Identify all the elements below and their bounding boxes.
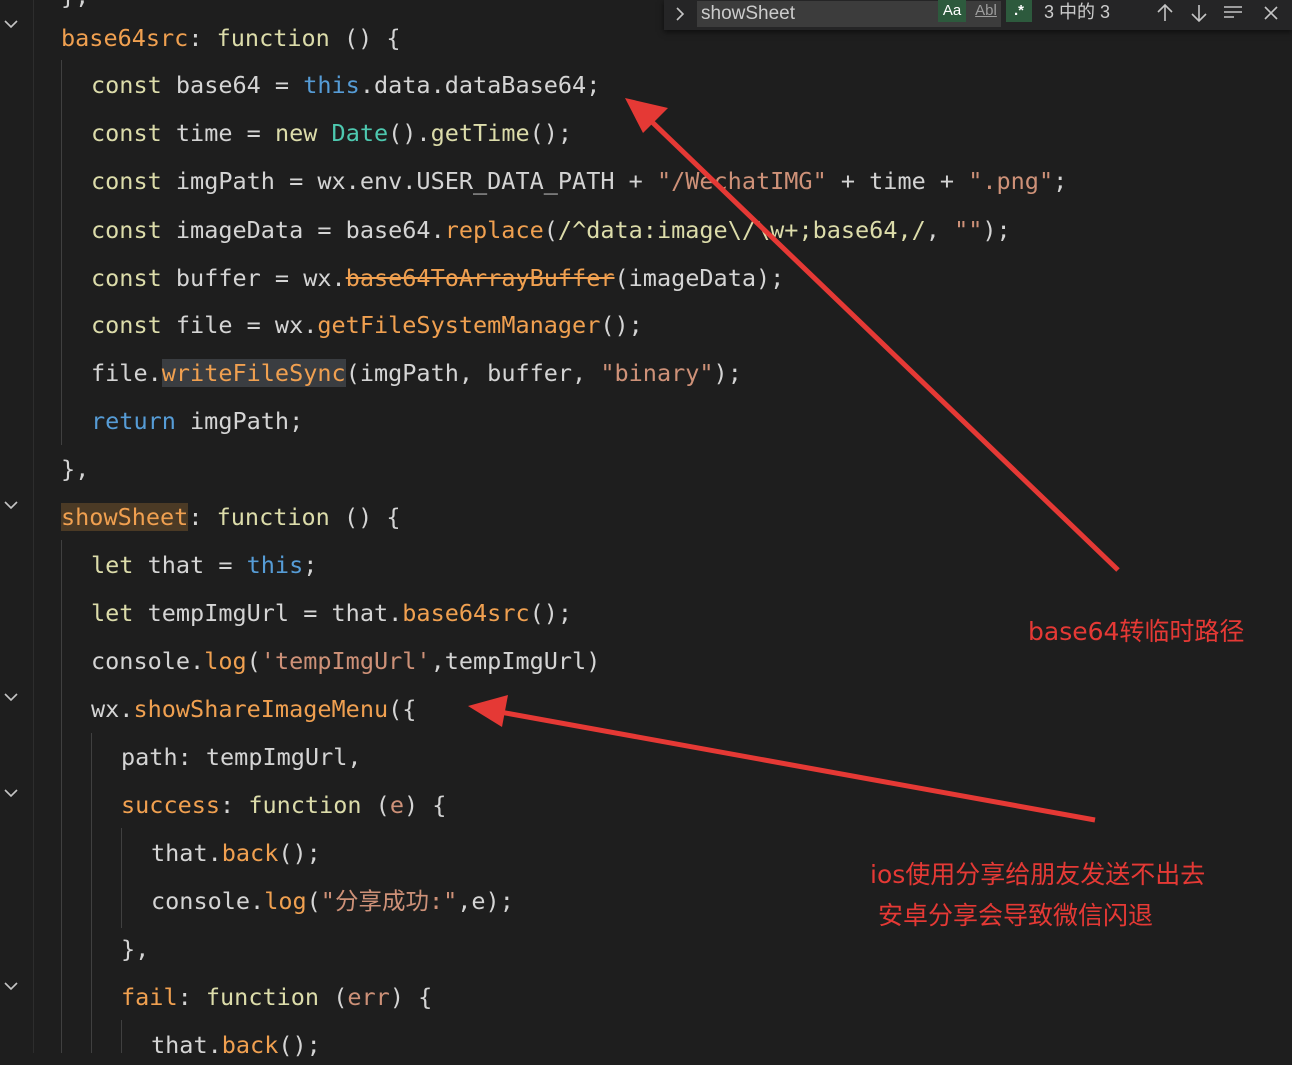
annotation-arrow-line xyxy=(648,118,1120,572)
annotation-arrow-line xyxy=(499,709,1096,823)
annotation-text: base64转临时路径 xyxy=(1028,617,1245,646)
annotation-arrowhead xyxy=(468,695,508,727)
annotation-text: 安卓分享会导致微信闪退 xyxy=(870,901,1153,930)
annotation-text: ios使用分享给朋友发送不出去 xyxy=(870,860,1206,889)
